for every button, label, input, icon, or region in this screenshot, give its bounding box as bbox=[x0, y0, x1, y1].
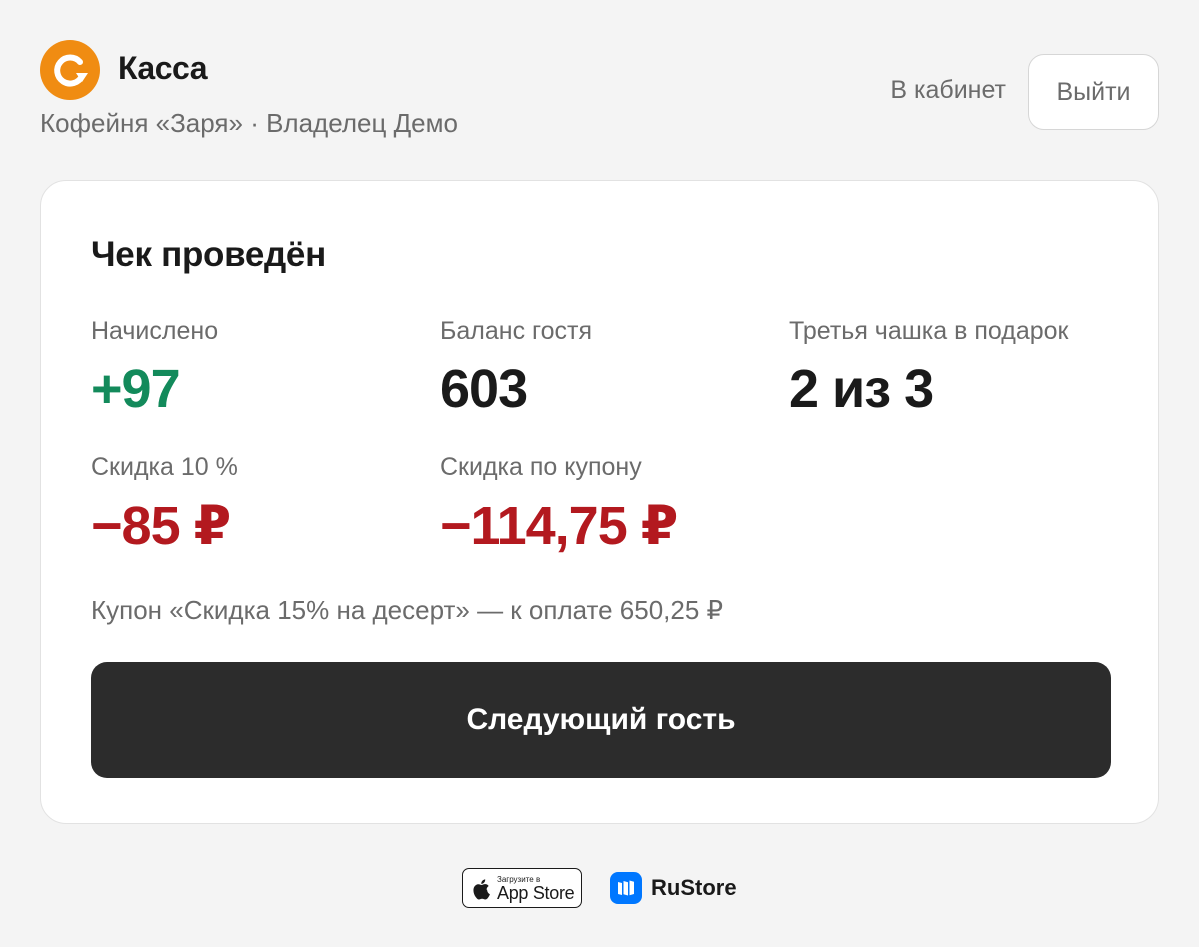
apple-icon bbox=[473, 879, 490, 900]
app-title: Касса bbox=[118, 50, 208, 86]
cabinet-link[interactable]: В кабинет bbox=[890, 76, 1006, 105]
rustore-icon bbox=[610, 872, 642, 904]
stat-coupon-label: Скидка по купону bbox=[440, 453, 642, 481]
payment-note: Купон «Скидка 15% на десерт» — к оплате … bbox=[91, 595, 724, 625]
stat-discount: Скидка 10 % −85 ₽ bbox=[91, 453, 238, 557]
next-guest-button[interactable]: Следующий гость bbox=[91, 662, 1111, 778]
stat-coupon: Скидка по купону −114,75 ₽ bbox=[440, 453, 678, 557]
receipt-card: Чек проведён Начислено +97 Баланс гостя … bbox=[40, 180, 1159, 824]
stat-discount-value: −85 ₽ bbox=[91, 496, 231, 556]
stat-balance-value: 603 bbox=[440, 359, 528, 419]
logout-button[interactable]: Выйти bbox=[1028, 54, 1159, 130]
appstore-badge[interactable]: Загрузите в App Store bbox=[462, 868, 582, 908]
store-badges: Загрузите в App Store RuStore bbox=[0, 868, 1199, 908]
rustore-label: RuStore bbox=[651, 875, 737, 900]
stat-discount-label: Скидка 10 % bbox=[91, 453, 238, 481]
stat-balance-label: Баланс гостя bbox=[440, 317, 593, 345]
stat-accrued-value: +97 bbox=[91, 359, 181, 419]
stat-promo-label: Третья чашка в подарок bbox=[789, 317, 1069, 345]
stat-coupon-value: −114,75 ₽ bbox=[440, 496, 678, 556]
app-logo-icon bbox=[40, 40, 100, 100]
stat-accrued-label: Начислено bbox=[91, 317, 219, 345]
stat-accrued: Начислено +97 bbox=[91, 317, 218, 420]
receipt-title: Чек проведён bbox=[91, 235, 326, 274]
stat-balance: Баланс гостя 603 bbox=[440, 317, 592, 420]
venue-subtitle: Кофейня «Заря» · Владелец Демо bbox=[40, 108, 458, 138]
appstore-label: App Store bbox=[497, 883, 575, 903]
stat-promo-value: 2 из 3 bbox=[789, 359, 934, 419]
stat-promo: Третья чашка в подарок 2 из 3 bbox=[789, 317, 1068, 420]
page-header: Касса Кофейня «Заря» · Владелец Демо В к… bbox=[40, 40, 1159, 140]
